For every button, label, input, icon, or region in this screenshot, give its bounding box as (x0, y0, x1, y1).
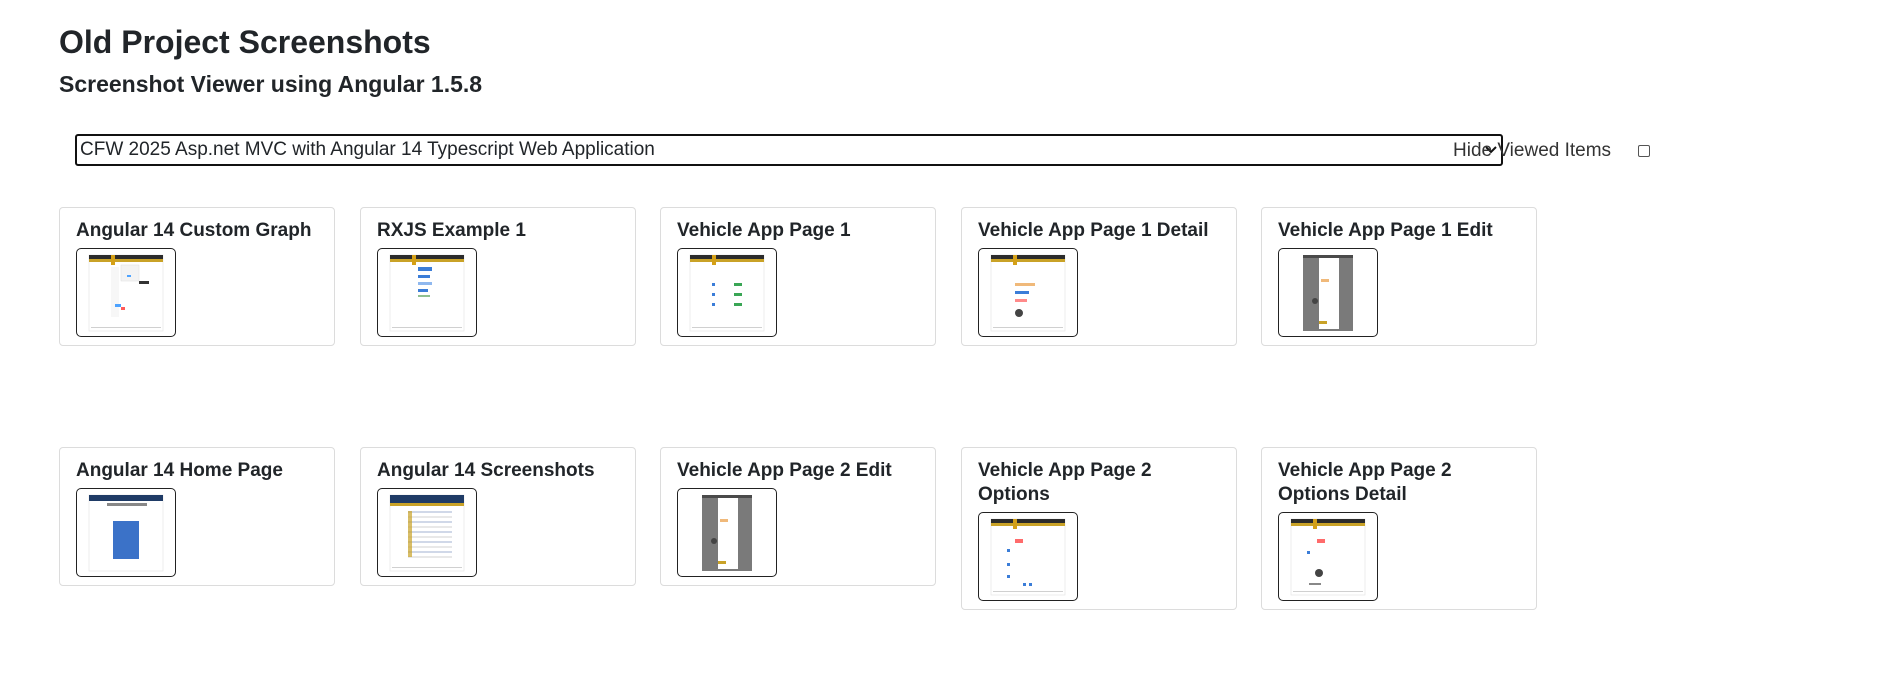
screenshot-card[interactable]: Vehicle App Page 2 Edit (660, 447, 936, 586)
screenshot-card[interactable]: Vehicle App Page 1 (660, 207, 936, 346)
screenshot-title: Vehicle App Page 2 Edit (677, 460, 892, 481)
hide-viewed-checkbox[interactable] (1638, 145, 1650, 157)
page-subtitle: Screenshot Viewer using Angular 1.5.8 (59, 71, 483, 97)
screenshot-thumbnail[interactable] (1278, 248, 1378, 337)
screenshot-thumbnail[interactable] (377, 488, 477, 577)
screenshot-title: Angular 14 Home Page (76, 460, 283, 481)
screenshot-thumbnail[interactable] (1278, 512, 1378, 601)
screenshot-card[interactable]: Vehicle App Page 2 Options Detail (1261, 447, 1537, 610)
project-select-value: CFW 2025 Asp.net MVC with Angular 14 Typ… (80, 139, 655, 160)
screenshot-thumbnail[interactable] (76, 488, 176, 577)
screenshot-card[interactable]: Vehicle App Page 1 Edit (1261, 207, 1537, 346)
screenshot-card[interactable]: Angular 14 Custom Graph (59, 207, 335, 346)
screenshot-title: Angular 14 Screenshots (377, 460, 595, 481)
project-select[interactable]: CFW 2025 Asp.net MVC with Angular 14 Typ… (75, 134, 1503, 166)
screenshot-card[interactable]: Vehicle App Page 2 Options (961, 447, 1237, 610)
page: Old Project Screenshots Screenshot Viewe… (0, 0, 1896, 678)
screenshot-thumbnail[interactable] (978, 512, 1078, 601)
screenshot-thumbnail[interactable] (76, 248, 176, 337)
screenshot-thumbnail[interactable] (377, 248, 477, 337)
screenshot-title: Vehicle App Page 2 Options Detail (1278, 460, 1452, 505)
screenshot-card[interactable]: Angular 14 Home Page (59, 447, 335, 586)
screenshot-thumbnail[interactable] (677, 248, 777, 337)
screenshot-thumbnail[interactable] (677, 488, 777, 577)
screenshot-card[interactable]: Vehicle App Page 1 Detail (961, 207, 1237, 346)
page-title: Old Project Screenshots (59, 24, 431, 60)
screenshot-title: Vehicle App Page 1 Detail (978, 220, 1209, 241)
screenshot-title: RXJS Example 1 (377, 220, 526, 241)
screenshot-title: Angular 14 Custom Graph (76, 220, 312, 241)
screenshot-title: Vehicle App Page 1 (677, 220, 851, 241)
hide-viewed-label: Hide Viewed Items (1453, 140, 1612, 161)
screenshot-title: Vehicle App Page 1 Edit (1278, 220, 1493, 241)
screenshot-title: Vehicle App Page 2 Options (978, 460, 1152, 505)
screenshot-card[interactable]: RXJS Example 1 (360, 207, 636, 346)
screenshot-thumbnail[interactable] (978, 248, 1078, 337)
screenshot-card[interactable]: Angular 14 Screenshots (360, 447, 636, 586)
